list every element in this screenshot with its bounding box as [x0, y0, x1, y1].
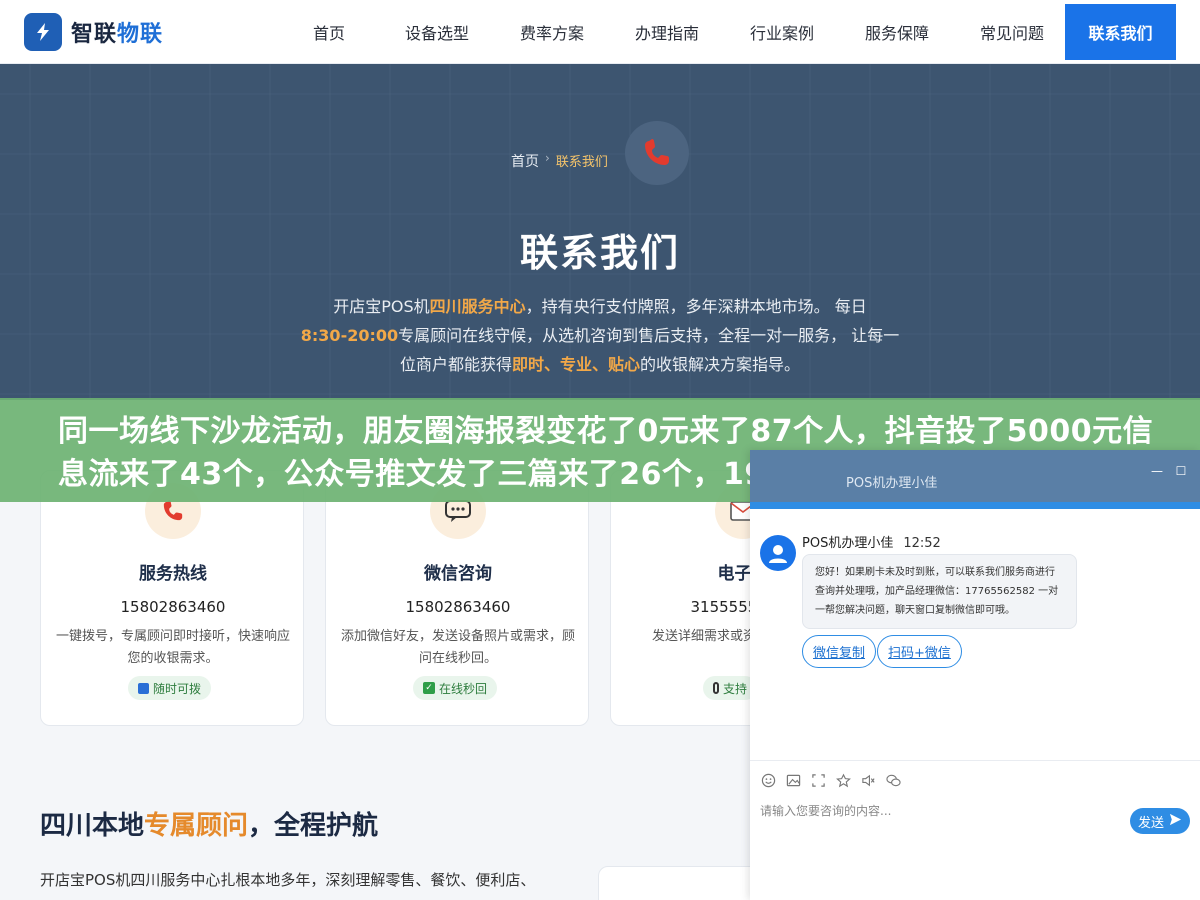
- send-arrow-icon: [1169, 813, 1182, 830]
- check-icon: ✓: [423, 682, 435, 694]
- card-title: 微信咨询: [424, 564, 492, 584]
- section-side-card: [598, 866, 758, 900]
- chat-toolbar: [750, 760, 1200, 800]
- nav-cases[interactable]: 行业案例: [740, 0, 824, 64]
- site-logo[interactable]: 智联物联: [24, 13, 163, 51]
- breadcrumb-current: 联系我们: [555, 155, 608, 170]
- status-badge: 随时可拨: [128, 676, 212, 700]
- card-phone-number[interactable]: 15802863460: [41, 598, 305, 616]
- chat-header-title: POS机办理小佳: [846, 476, 938, 491]
- status-badge: ✓ 在线秒回: [413, 676, 498, 700]
- hero-section: 首页 › 联系我们 联系我们 开店宝POS机四川服务中心，持有央行支付牌照，多年…: [0, 64, 1200, 400]
- attachment-icon: [713, 682, 719, 694]
- contact-card-wechat[interactable]: 微信咨询 15802863460 添加微信好友，发送设备照片或需求，顾问在线秒回…: [325, 470, 589, 726]
- breadcrumb-separator: ›: [545, 151, 550, 165]
- rating-icon[interactable]: [835, 773, 851, 789]
- section-title: 四川本地专属顾问，全程护航: [40, 811, 379, 841]
- card-description: 一键拨号，专属顾问即时接听，快速响应您的收银需求。: [55, 629, 290, 666]
- page-title: 联系我们: [519, 231, 680, 275]
- chat-timestamp: 12:52: [903, 536, 941, 551]
- breadcrumb-home[interactable]: 首页: [511, 151, 539, 171]
- nav-device-selection[interactable]: 设备选型: [395, 0, 479, 64]
- section-text: 开店宝POS机四川服务中心扎根本地多年，深刻理解零售、餐饮、便利店、: [40, 871, 536, 889]
- card-title: 服务热线: [139, 564, 207, 584]
- nav-rate-plans[interactable]: 费率方案: [510, 0, 594, 64]
- image-icon[interactable]: [785, 773, 801, 789]
- chat-header: POS机办理小佳 — ☐: [750, 450, 1200, 508]
- scan-add-wechat-button[interactable]: 扫码+微信: [877, 635, 962, 668]
- nav-contact-us[interactable]: 联系我们: [1065, 4, 1176, 60]
- nav-service[interactable]: 服务保障: [855, 0, 939, 64]
- nav-faq[interactable]: 常见问题: [970, 0, 1054, 64]
- chat-header-stripe: [750, 502, 1200, 509]
- chat-sender: POS机办理小佳 12:52: [802, 536, 941, 551]
- maximize-icon[interactable]: ☐: [1174, 464, 1188, 478]
- site-header: 智联物联 首页 设备选型 费率方案 办理指南 行业案例 服务保障 常见问题 联系…: [0, 0, 1200, 64]
- hero-description: 开店宝POS机四川服务中心，持有央行支付牌照，多年深耕本地市场。 每日 8:30-…: [300, 297, 900, 374]
- chat-widget: POS机办理小佳 — ☐ POS机办理小佳 12:52 您好！如果刷卡未及时到账，…: [750, 450, 1200, 900]
- chat-message: 您好！如果刷卡未及时到账，可以联系我们服务商进行查询并处理哦，加产品经理微信：1…: [802, 554, 1077, 629]
- emoji-icon[interactable]: [760, 773, 776, 789]
- minimize-icon[interactable]: —: [1150, 464, 1164, 478]
- copy-wechat-button[interactable]: 微信复制: [802, 635, 877, 668]
- nav-guide[interactable]: 办理指南: [625, 0, 709, 64]
- screenshot-icon[interactable]: [810, 773, 826, 789]
- nav-home[interactable]: 首页: [300, 0, 358, 64]
- status-badge: 支持: [703, 676, 758, 700]
- chat-input[interactable]: 请输入您要咨询的内容... 发送: [750, 800, 1200, 900]
- wechat-icon[interactable]: [885, 773, 901, 789]
- avatar: [760, 535, 796, 571]
- lightning-icon: [24, 13, 62, 51]
- logo-text: 智联物联: [71, 22, 164, 47]
- chat-input-placeholder: 请输入您要咨询的内容...: [760, 804, 892, 818]
- contact-card-hotline[interactable]: 服务热线 15802863460 一键拨号，专属顾问即时接听，快速响应您的收银需…: [40, 470, 304, 726]
- send-button[interactable]: 发送: [1130, 808, 1190, 834]
- main-nav: 首页 设备选型 费率方案 办理指南 行业案例 服务保障 常见问题: [300, 0, 1054, 64]
- mute-icon[interactable]: [860, 773, 876, 789]
- breadcrumb: 首页 › 联系我们: [511, 151, 608, 171]
- card-wechat-number[interactable]: 15802863460: [326, 598, 590, 616]
- phone-icon: [625, 121, 689, 185]
- card-description: 添加微信好友，发送设备照片或需求，顾问在线秒回。: [340, 629, 575, 666]
- signal-icon: [138, 682, 149, 694]
